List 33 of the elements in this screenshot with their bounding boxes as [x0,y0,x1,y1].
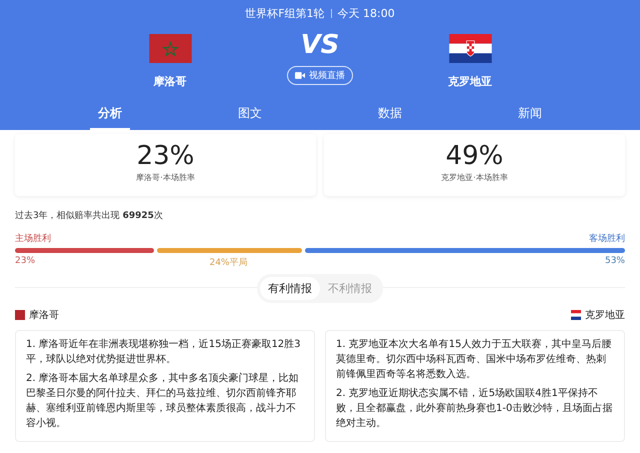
intel-paragraph: 1. 摩洛哥近年在非洲表现堪称独一档，近15场正赛豪取12胜3平，球队以绝对优势挺进世界杯。 [26,338,302,367]
match-title: 世界杯F组第1轮 [245,6,325,20]
intel-paragraph: 2. 摩洛哥本届大名单球星众多，其中多名顶尖豪门球星，比如巴黎圣日尔曼的阿什拉夫、拜仁的马兹拉维、切尔西前锋齐耶赫、塞维利亚前锋恩内斯里等，球员整体素质很高，战斗力不容小视。 [26,372,300,431]
camera-icon [295,72,305,79]
vs-label: VS [300,29,340,62]
intel-tab[interactable]: 有利情报 [260,276,320,300]
history-text: 过去3年，相似赔率共出现 69925次 [15,210,164,222]
star-flag-icon [148,34,192,63]
striped-flag-icon [448,34,492,63]
win-rate-value: 49% [446,140,504,172]
intel-paragraph: 1. 克罗地亚本次大名单有15人效力于五大联赛，其中皇马后腰莫德里奇。切尔西中场科瓦西奇、国米中场布罗佐维奇、热刺前锋佩里西奇等名将悉数入选。 [336,338,612,382]
team-name: 摩洛哥 [154,74,186,89]
tab[interactable]: 新闻 [510,103,550,130]
tab[interactable]: 数据 [370,103,410,130]
tab[interactable]: 图文 [230,103,270,130]
win-rate-label: 摩洛哥·本场胜率 [136,172,195,183]
outcome-percent: 53% [604,256,625,266]
striped-flag-icon [571,310,581,320]
match-time: 今天 18:00 [338,6,395,20]
home-win-label: 主场胜利 [15,232,51,245]
outcome-percent: 23% [15,256,36,266]
win-rate-value: 23% [136,140,194,172]
square-flag-icon [15,310,25,320]
team-name: 克罗地亚 [585,308,625,322]
away-win-label: 客场胜利 [589,232,625,245]
intel-tab[interactable]: 不利情报 [320,276,380,300]
intel-paragraph: 2. 克罗地亚近期状态实属不错，近5场欧国联4胜1平保持不败，且全都赢盘，此外赛前热身赛也1-0击败沙特，且场面占据绝对主动。 [336,386,614,431]
live-video-button[interactable]: 视频直播 [287,66,353,85]
win-rate-label: 克罗地亚·本场胜率 [441,172,508,183]
tab[interactable]: 分析 [90,103,130,130]
team-name: 克罗地亚 [448,74,492,89]
team-name: 摩洛哥 [29,308,59,322]
outcome-percent: 24%平局 [209,258,248,268]
